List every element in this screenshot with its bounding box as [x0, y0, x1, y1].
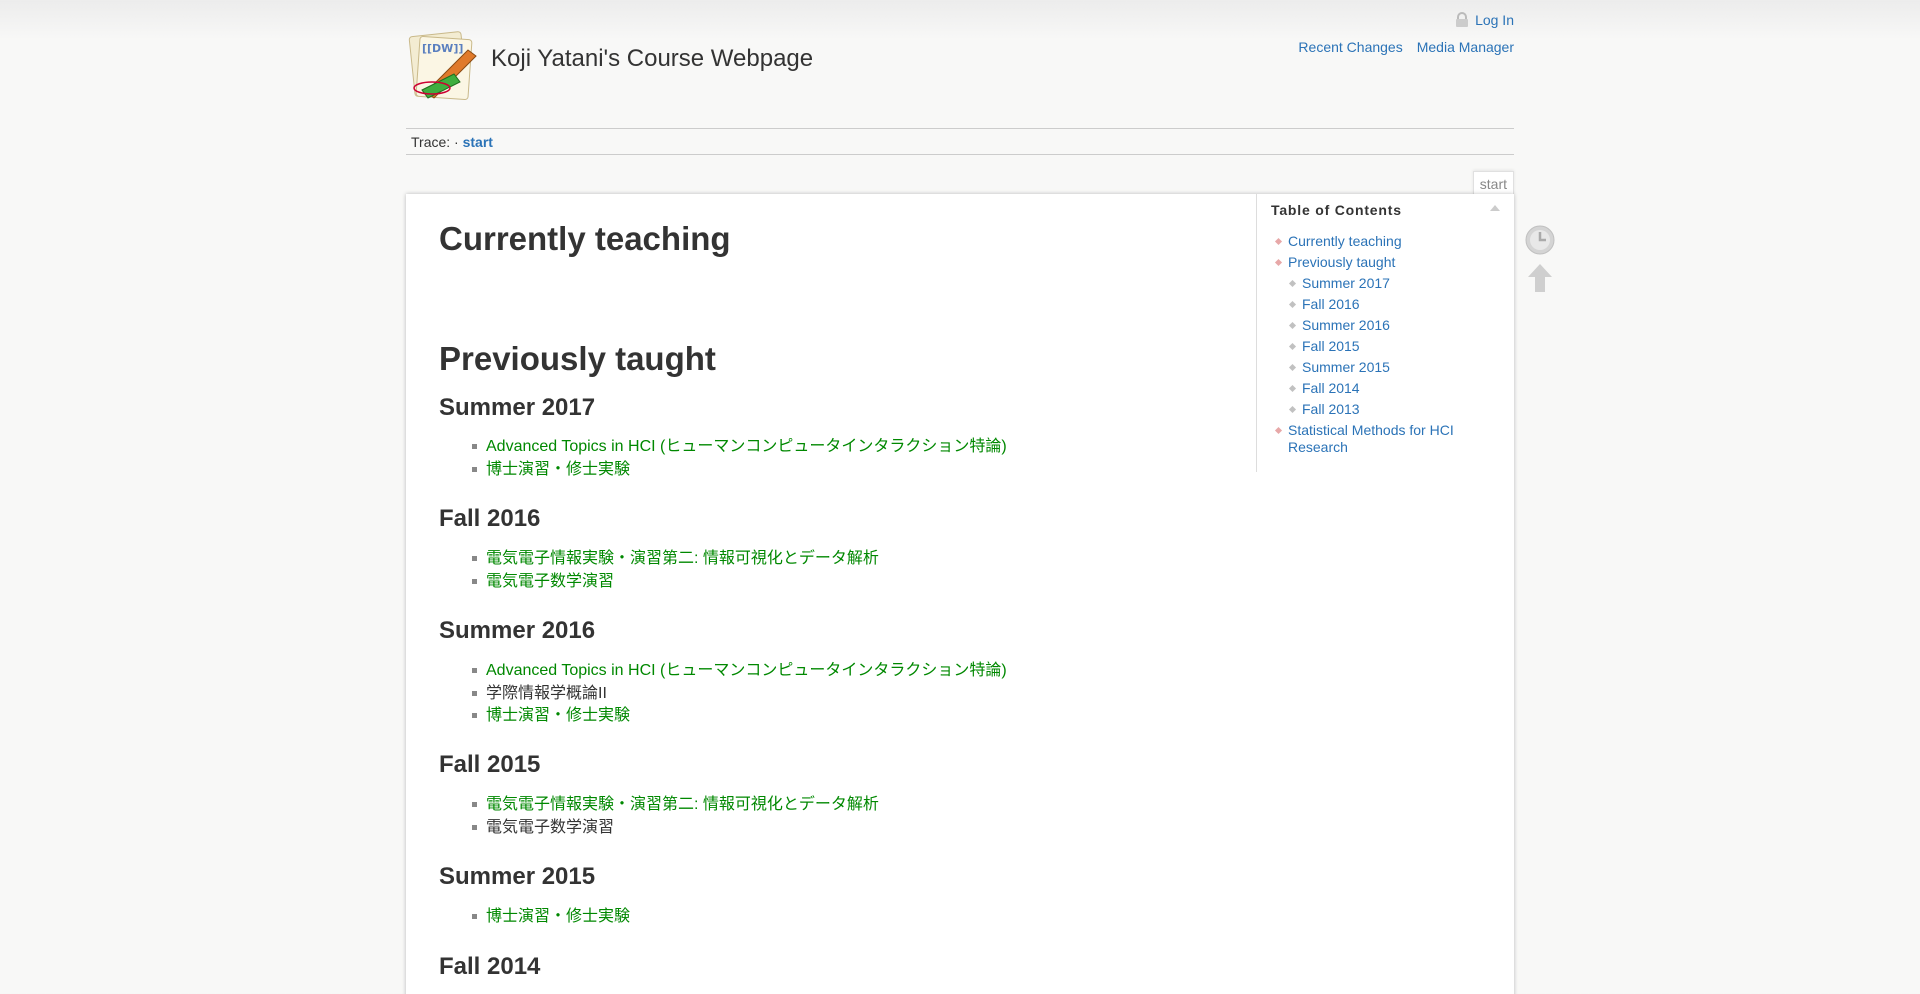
toc-link-fall-2013[interactable]: Fall 2013 — [1302, 401, 1360, 417]
list-item: Advanced Topics in HCI (ヒューマンコンピュータインタラク… — [472, 660, 1007, 683]
list-item: Advanced Topics in HCI (ヒューマンコンピュータインタラク… — [472, 436, 1007, 459]
course-link[interactable]: 博士演習・修士実験 — [486, 908, 630, 925]
list-item: 電気電子情報実験・演習第二: 情報可視化とデータ解析 — [472, 548, 879, 571]
dokuwiki-logo-icon: [[DW]] — [408, 31, 477, 101]
list-fall-2016: 電気電子情報実験・演習第二: 情報可視化とデータ解析 電気電子数学演習 — [472, 548, 879, 594]
toc-link-fall-2016[interactable]: Fall 2016 — [1302, 296, 1360, 312]
site-logo[interactable]: [[DW]] — [406, 30, 482, 106]
list-item: 博士演習・修士実験 — [472, 906, 630, 929]
recent-changes-link[interactable]: Recent Changes — [1298, 39, 1402, 55]
course-link[interactable]: 電気電子情報実験・演習第二: 情報可視化とデータ解析 — [486, 550, 879, 567]
clock-icon — [1525, 225, 1555, 255]
list-summer-2016: Advanced Topics in HCI (ヒューマンコンピュータインタラク… — [472, 660, 1007, 728]
list-item: 博士演習・修士実験 — [472, 705, 1007, 728]
heading-summer-2017: Summer 2017 — [439, 394, 596, 421]
breadcrumb-current[interactable]: start — [463, 134, 493, 150]
toc-link-fall-2014[interactable]: Fall 2014 — [1302, 380, 1360, 396]
list-item: 学際情報学概論II — [472, 683, 1007, 706]
course-link[interactable]: 博士演習・修士実験 — [486, 461, 630, 478]
toc-link-statistical-methods[interactable]: Statistical Methods for HCI Research — [1288, 422, 1454, 455]
list-fall-2015: 電気電子情報実験・演習第二: 情報可視化とデータ解析 電気電子数学演習 — [472, 794, 879, 840]
course-text: 学際情報学概論II — [486, 684, 607, 702]
toc-link-fall-2015[interactable]: Fall 2015 — [1302, 338, 1360, 354]
heading-summer-2016: Summer 2016 — [439, 617, 596, 644]
toc-item: Summer 2015 — [1288, 359, 1478, 376]
user-tools: Log In — [1455, 12, 1514, 28]
toc-toggle-icon[interactable] — [1490, 205, 1500, 211]
toc-item: Summer 2016 — [1288, 317, 1478, 334]
toc-link-previously-taught[interactable]: Previously taught — [1288, 254, 1395, 270]
list-item: 電気電子情報実験・演習第二: 情報可視化とデータ解析 — [472, 794, 879, 817]
heading-fall-2015: Fall 2015 — [439, 751, 541, 778]
back-to-top-button[interactable] — [1524, 262, 1556, 294]
toc-item: Fall 2013 — [1288, 401, 1478, 418]
toc-link-currently-teaching[interactable]: Currently teaching — [1288, 233, 1402, 249]
breadcrumb: Trace: · start — [406, 128, 1514, 155]
toc-item: Fall 2015 — [1288, 338, 1478, 355]
arrow-up-icon — [1528, 264, 1552, 292]
toc-item: Summer 2017 — [1288, 275, 1478, 292]
list-item: 博士演習・修士実験 — [472, 459, 1007, 482]
old-revisions-button[interactable] — [1524, 224, 1556, 256]
heading-fall-2016: Fall 2016 — [439, 505, 541, 532]
toc-link-summer-2017[interactable]: Summer 2017 — [1302, 275, 1390, 291]
toc-item: Statistical Methods for HCI Research — [1274, 422, 1478, 456]
toc-list: Currently teaching Previously taught Sum… — [1274, 233, 1478, 460]
site: [[DW]] Koji Yatani's Course Webpage Log … — [406, 0, 1514, 994]
toc-title[interactable]: Table of Contents — [1271, 202, 1402, 218]
course-link[interactable]: 電気電子情報実験・演習第二: 情報可視化とデータ解析 — [486, 796, 879, 813]
page-tools — [1524, 224, 1556, 300]
course-link[interactable]: Advanced Topics in HCI (ヒューマンコンピュータインタラク… — [486, 662, 1007, 679]
page-content: Currently teaching Previously taught Sum… — [406, 194, 1514, 994]
list-item: 電気電子数学演習 — [472, 817, 879, 840]
media-manager-link[interactable]: Media Manager — [1417, 39, 1514, 55]
table-of-contents: Table of Contents Currently teaching Pre… — [1256, 194, 1514, 472]
list-summer-2017: Advanced Topics in HCI (ヒューマンコンピュータインタラク… — [472, 436, 1007, 482]
lock-icon — [1456, 12, 1469, 27]
site-tools: Recent Changes Media Manager — [1298, 39, 1514, 55]
breadcrumb-label: Trace: — [411, 134, 451, 150]
course-text: 電気電子数学演習 — [486, 818, 615, 836]
login-link[interactable]: Log In — [1475, 12, 1514, 28]
list-item: 電気電子数学演習 — [472, 571, 879, 594]
heading-fall-2014: Fall 2014 — [439, 953, 541, 980]
course-link[interactable]: 電気電子数学演習 — [486, 573, 614, 590]
course-link[interactable]: Advanced Topics in HCI (ヒューマンコンピュータインタラク… — [486, 438, 1007, 455]
site-title[interactable]: Koji Yatani's Course Webpage — [491, 45, 813, 73]
toc-link-summer-2015[interactable]: Summer 2015 — [1302, 359, 1390, 375]
page-id: start — [1472, 171, 1514, 195]
heading-summer-2015: Summer 2015 — [439, 863, 596, 890]
toc-item: Fall 2016 — [1288, 296, 1478, 313]
toc-item: Fall 2014 — [1288, 380, 1478, 397]
list-summer-2015: 博士演習・修士実験 — [472, 906, 630, 929]
svg-text:[[DW]]: [[DW]] — [422, 42, 463, 55]
heading-currently-teaching: Currently teaching — [439, 220, 731, 257]
toc-item: Previously taught — [1274, 254, 1478, 271]
heading-previously-taught: Previously taught — [439, 340, 716, 377]
toc-item: Currently teaching — [1274, 233, 1478, 250]
toc-link-summer-2016[interactable]: Summer 2016 — [1302, 317, 1390, 333]
course-link[interactable]: 博士演習・修士実験 — [486, 707, 630, 724]
breadcrumb-separator: · — [454, 134, 459, 150]
